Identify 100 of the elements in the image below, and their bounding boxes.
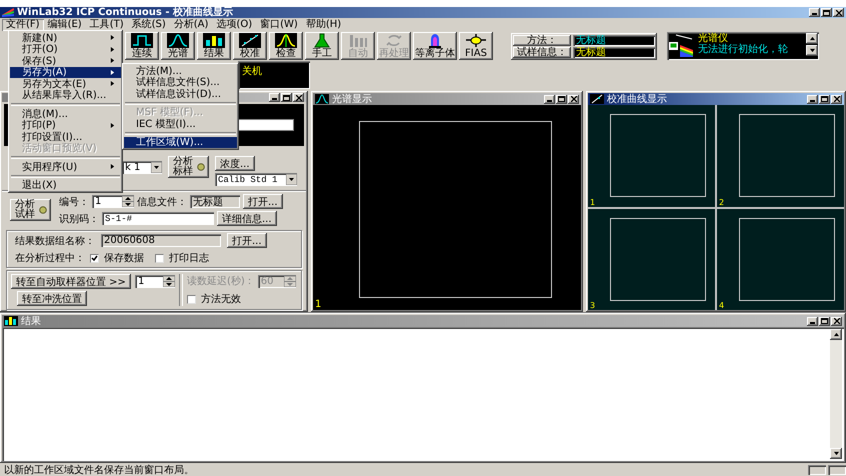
minimize-button[interactable] [269, 93, 280, 102]
toolbar-button[interactable]: FIAS [459, 32, 493, 60]
up-arrow-icon [810, 36, 814, 41]
close-button[interactable] [293, 93, 304, 102]
status-pane [828, 464, 846, 474]
dropdown-arrow-icon [151, 162, 162, 173]
menu-item[interactable]: 消息(M)... [10, 108, 121, 120]
scroll-up-button[interactable] [830, 329, 842, 340]
scroll-up-button[interactable] [806, 33, 818, 44]
method-value: 无标题 [573, 34, 655, 46]
peak-marker-icon [275, 33, 297, 48]
scroll-down-button[interactable] [806, 45, 818, 56]
menu-item[interactable]: 分析(A) [170, 18, 212, 30]
menu-item[interactable]: 方法(M)... [124, 65, 237, 76]
indicator-light-icon [39, 206, 47, 214]
open-button[interactable]: 打开... [243, 194, 283, 209]
window-title-bar: 结果 [2, 315, 844, 327]
checkbox[interactable] [155, 254, 164, 262]
menu-item[interactable]: 工作区域(W)... [124, 136, 237, 148]
sample-info-value: 无标题 [573, 46, 655, 58]
submenu-arrow-icon [110, 70, 115, 75]
sample-dropdown[interactable]: k 1 [122, 161, 162, 174]
maximize-button[interactable] [556, 94, 567, 104]
submenu-arrow-icon [110, 35, 115, 40]
minimize-button[interactable] [544, 94, 555, 104]
scrollbar[interactable] [830, 329, 842, 459]
minimize-button[interactable] [807, 94, 818, 104]
menu-item[interactable]: 试样信息设计(D)... [124, 88, 237, 100]
menu-item[interactable]: 退出(X) [10, 180, 121, 191]
scroll-down-button[interactable] [830, 448, 842, 459]
sample-info-label: 试样信息： [513, 46, 571, 58]
menu-item[interactable]: IEC 模型(I)... [124, 118, 237, 130]
toolbar-button[interactable]: 手工 [305, 32, 339, 60]
menu-item[interactable]: 从结果库导入(R)... [10, 90, 121, 101]
close-button[interactable] [831, 316, 842, 326]
menu-item[interactable]: 系统(S) [128, 18, 170, 30]
blocks-icon [203, 33, 225, 48]
result-set-field: 20060608 [101, 234, 221, 247]
menu-item[interactable]: 编辑(E) [44, 18, 86, 30]
maximize-button[interactable] [281, 93, 292, 102]
checkbox[interactable] [186, 294, 196, 304]
square-wave-icon [131, 33, 153, 48]
checkbox-label: 打印日志 [169, 252, 209, 265]
menu-item[interactable]: 打开(O) [10, 44, 121, 55]
autosampler-button[interactable]: 转至自动取样器位置 >> [11, 274, 131, 289]
minimize-button[interactable] [807, 316, 818, 326]
menu-item[interactable]: 试样信息文件(S)... [124, 76, 237, 88]
menu-item[interactable]: 另存为文本(E) [10, 78, 121, 90]
menu-item[interactable]: 选项(O) [212, 18, 256, 30]
maximize-button[interactable] [821, 8, 832, 17]
minimize-icon [812, 10, 818, 15]
toolbar-button[interactable]: 连续 [125, 32, 159, 60]
info-file-label: 信息文件： [137, 196, 187, 208]
result-set-label: 结果数据组名称： [15, 234, 95, 248]
minimize-button[interactable] [809, 8, 820, 17]
valve-icon [465, 33, 487, 48]
toolbar-button[interactable]: 校准 [233, 32, 267, 60]
menu-item[interactable]: 窗口(W) [256, 18, 302, 30]
rainbow-icon [2, 8, 14, 17]
read-delay-label: 读数延迟(秒)： [186, 274, 255, 288]
menu-item[interactable]: 新建(N) [10, 32, 121, 44]
analyze-sample-button[interactable]: 分析试样 [10, 199, 51, 221]
dropdown-arrow-icon [286, 174, 297, 185]
maximize-button[interactable] [819, 94, 830, 104]
details-button[interactable]: 详细信息... [217, 211, 277, 226]
menu-item[interactable]: 实用程序(U) [10, 161, 121, 172]
analyze-standard-button[interactable]: 分析标样 [168, 156, 209, 178]
checkbox-label: 保存数据 [104, 252, 144, 265]
rinse-button[interactable]: 转至冲洗位置 [17, 291, 87, 306]
toolbar-button[interactable]: 结果 [197, 32, 231, 60]
close-button[interactable] [568, 94, 579, 104]
menu-item[interactable]: 保存(S) [10, 55, 121, 66]
open-button[interactable]: 打开... [227, 233, 267, 248]
checkbox[interactable] [90, 254, 99, 262]
maximize-button[interactable] [819, 316, 830, 326]
title-bar: WinLab32 ICP Continuous - 校准曲线显示 [0, 7, 846, 18]
toolbar-button[interactable]: 检查 [269, 32, 303, 60]
standard-dropdown[interactable]: Calib Std 1 [215, 173, 297, 186]
menu-item[interactable]: 帮助(H) [302, 18, 346, 30]
menu-item[interactable]: 打印(P) [10, 120, 121, 131]
plot-number: 1 [590, 198, 596, 206]
number-spinner[interactable]: 1 [92, 195, 134, 208]
position-spinner[interactable]: 1 [134, 275, 175, 288]
close-button[interactable] [833, 8, 844, 17]
concentration-button[interactable]: 浓度... [215, 156, 255, 171]
menu-item[interactable]: 工具(T) [86, 18, 128, 30]
toolbar-button[interactable]: 光谱 [161, 32, 195, 60]
id-code-field[interactable]: S-1-# [102, 212, 214, 225]
submenu-arrow-icon [110, 81, 115, 86]
window-title-bar: 校准曲线显示 [588, 93, 844, 105]
during-analysis-label: 在分析过程中： [15, 252, 85, 265]
menu-item[interactable]: 另存为(A) [10, 66, 121, 78]
number-label: 编号： [59, 196, 89, 208]
menu-item[interactable]: 打印设置(I)... [10, 131, 121, 142]
spin-arrows-icon [284, 276, 296, 286]
close-icon [296, 94, 302, 100]
menu-item[interactable]: 文件(F) [2, 18, 44, 30]
close-button[interactable] [831, 94, 842, 104]
method-label: 方法： [513, 34, 571, 46]
toolbar-button[interactable]: 等离子体 [413, 32, 457, 60]
